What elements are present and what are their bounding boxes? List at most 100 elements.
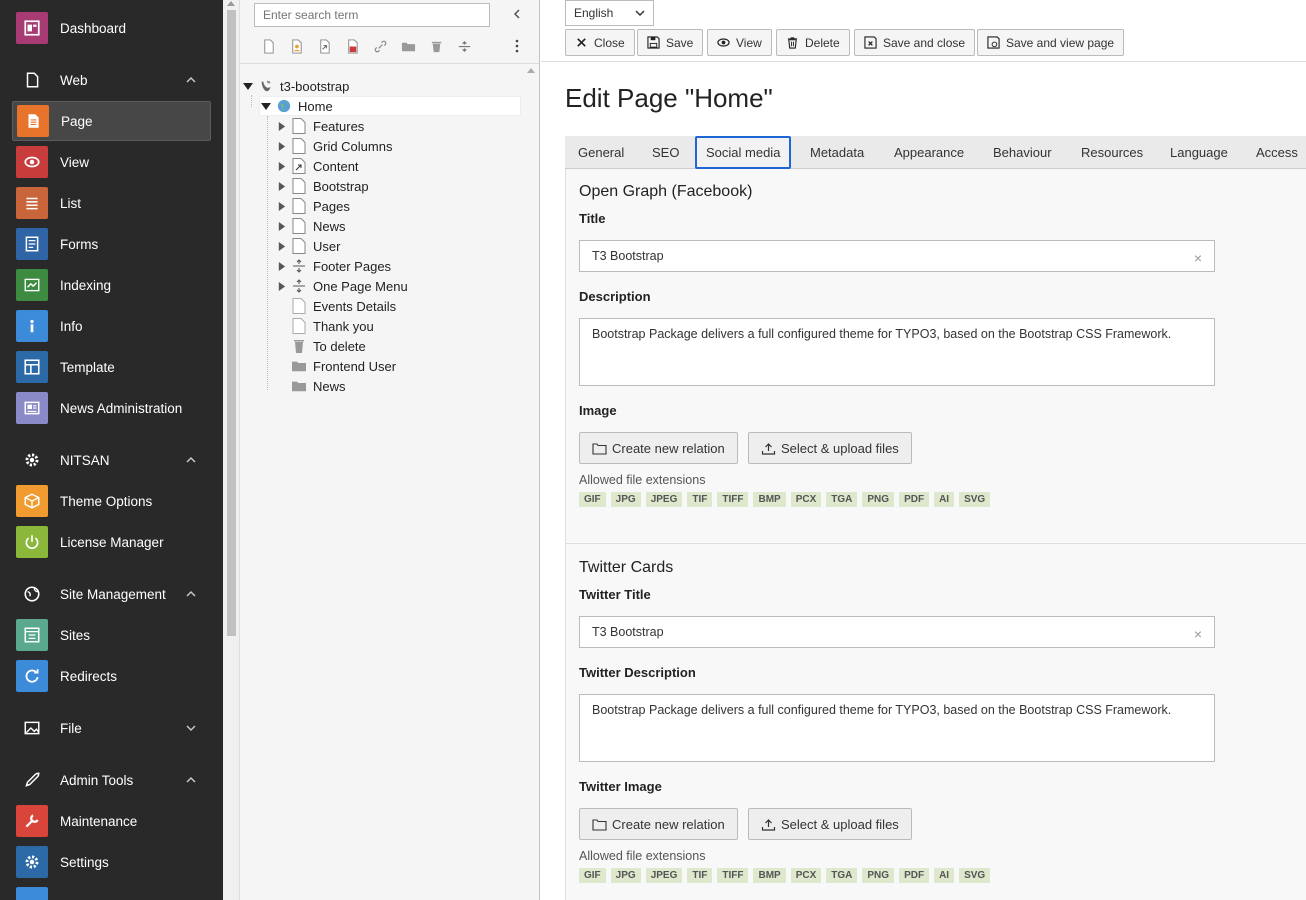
spacer-icon[interactable]: [450, 36, 478, 56]
expand-triangle-icon[interactable]: [275, 260, 287, 272]
close-button[interactable]: Close: [565, 29, 635, 56]
module-license-manager[interactable]: License Manager: [12, 522, 211, 562]
backend-user-page-icon[interactable]: [282, 36, 310, 56]
tree-node-features[interactable]: Features: [275, 116, 364, 136]
extension-badge: PNG: [862, 492, 895, 507]
clear-icon[interactable]: ×: [1194, 250, 1202, 266]
clear-icon[interactable]: ×: [1194, 626, 1202, 642]
expand-triangle-icon[interactable]: [275, 220, 287, 232]
collapse-triangle-icon[interactable]: [260, 100, 272, 112]
extension-badge: TGA: [826, 868, 858, 883]
group-site-management[interactable]: Site Management: [12, 574, 211, 614]
module-theme-options[interactable]: Theme Options: [12, 481, 211, 521]
tree-node-content[interactable]: Content: [275, 156, 359, 176]
module-view[interactable]: View: [12, 142, 211, 182]
news-icon: [16, 392, 48, 424]
group-nitsan[interactable]: NITSAN: [12, 440, 211, 480]
og-title-label: Title: [579, 211, 606, 226]
mount-point-icon[interactable]: [338, 36, 366, 56]
module-menu-scrollbar[interactable]: [223, 0, 240, 900]
tab-language[interactable]: Language: [1170, 136, 1228, 169]
tree-node-label: To delete: [313, 338, 366, 354]
button-label: Select & upload files: [781, 440, 899, 456]
expand-triangle-icon[interactable]: [275, 120, 287, 132]
save-button[interactable]: Save: [637, 29, 704, 56]
shortcut-page-icon[interactable]: [310, 36, 338, 56]
tree-toolbar: [254, 36, 478, 56]
module-partially-visible[interactable]: [12, 883, 211, 900]
collapse-triangle-icon[interactable]: [242, 80, 254, 92]
tree-search-input[interactable]: [254, 3, 490, 27]
extension-badge: SVG: [959, 868, 991, 883]
module-label: Settings: [60, 854, 109, 870]
module-template[interactable]: Template: [12, 347, 211, 387]
module-maintenance[interactable]: Maintenance: [12, 801, 211, 841]
collapse-tree-icon[interactable]: [510, 7, 524, 21]
tree-node-user[interactable]: User: [275, 236, 340, 256]
delete-button[interactable]: Delete: [776, 29, 850, 56]
tree-node-home[interactable]: Home: [259, 96, 521, 116]
expand-triangle-icon[interactable]: [275, 160, 287, 172]
og-description-textarea[interactable]: Bootstrap Package delivers a full config…: [579, 318, 1215, 386]
tree-node-footer-pages[interactable]: Footer Pages: [275, 256, 391, 276]
module-indexing[interactable]: Indexing: [12, 265, 211, 305]
tree-node-frontend-user[interactable]: Frontend User: [275, 356, 396, 376]
module-news-administration[interactable]: News Administration: [12, 388, 211, 428]
tab-general[interactable]: General: [578, 136, 624, 169]
tree-node-pages[interactable]: Pages: [275, 196, 350, 216]
save-and-view-button[interactable]: Save and view page: [977, 29, 1125, 56]
module-sites[interactable]: Sites: [12, 615, 211, 655]
module-label: View: [60, 154, 90, 170]
twitter-description-textarea[interactable]: Bootstrap Package delivers a full config…: [579, 694, 1215, 762]
expand-triangle-icon[interactable]: [275, 200, 287, 212]
tab-seo[interactable]: SEO: [652, 136, 679, 169]
tree-node-to-delete[interactable]: To delete: [275, 336, 366, 356]
tree-node-news[interactable]: News: [275, 216, 346, 236]
more-options-icon[interactable]: [513, 38, 521, 54]
module-redirects[interactable]: Redirects: [12, 656, 211, 696]
expand-triangle-icon[interactable]: [275, 280, 287, 292]
tab-resources[interactable]: Resources: [1081, 136, 1143, 169]
group-file[interactable]: File: [12, 708, 211, 748]
tab-behaviour[interactable]: Behaviour: [993, 136, 1052, 169]
group-admin-tools[interactable]: Admin Tools: [12, 760, 211, 800]
tab-access[interactable]: Access: [1256, 136, 1298, 169]
module-forms[interactable]: Forms: [12, 224, 211, 264]
recycler-icon[interactable]: [422, 36, 450, 56]
twitter-upload-files-button[interactable]: Select & upload files: [748, 808, 912, 840]
new-page-icon[interactable]: [254, 36, 282, 56]
expand-triangle-icon[interactable]: [275, 140, 287, 152]
module-settings[interactable]: Settings: [12, 842, 211, 882]
expand-triangle-icon[interactable]: [275, 180, 287, 192]
tab-social-media[interactable]: Social media: [695, 136, 792, 169]
link-icon[interactable]: [366, 36, 394, 56]
og-title-input[interactable]: T3 Bootstrap ×: [579, 240, 1215, 272]
expand-triangle-icon[interactable]: [275, 240, 287, 252]
chevron-down-icon: [186, 725, 196, 731]
og-create-relation-button[interactable]: Create new relation: [579, 432, 738, 464]
og-upload-files-button[interactable]: Select & upload files: [748, 432, 912, 464]
twitter-create-relation-button[interactable]: Create new relation: [579, 808, 738, 840]
tree-node-grid-columns[interactable]: Grid Columns: [275, 136, 392, 156]
twitter-title-input[interactable]: T3 Bootstrap ×: [579, 616, 1215, 648]
tab-appearance[interactable]: Appearance: [894, 136, 964, 169]
tree-node-thank-you[interactable]: Thank you: [275, 316, 374, 336]
language-select[interactable]: English: [565, 0, 654, 26]
module-list[interactable]: List: [12, 183, 211, 223]
folder-open-icon: [592, 818, 607, 831]
module-page[interactable]: Page: [12, 101, 211, 141]
tree-node-events-details[interactable]: Events Details: [275, 296, 396, 316]
tree-node-news-folder[interactable]: News: [275, 376, 346, 396]
tree-node-root[interactable]: t3-bootstrap: [242, 76, 349, 96]
tree-node-bootstrap[interactable]: Bootstrap: [275, 176, 369, 196]
tree-node-one-page-menu[interactable]: One Page Menu: [275, 276, 408, 296]
view-button[interactable]: View: [707, 29, 772, 56]
trash-icon: [787, 37, 798, 49]
module-info[interactable]: Info: [12, 306, 211, 346]
save-and-close-button[interactable]: Save and close: [854, 29, 976, 56]
group-web[interactable]: Web: [12, 60, 211, 100]
folder-icon[interactable]: [394, 36, 422, 56]
tree-scrollbar[interactable]: [523, 64, 539, 900]
module-dashboard[interactable]: Dashboard: [12, 8, 211, 48]
tab-metadata[interactable]: Metadata: [810, 136, 864, 169]
